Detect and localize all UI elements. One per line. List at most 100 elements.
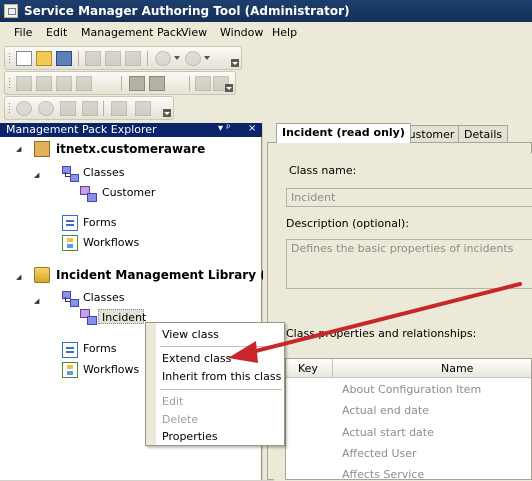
tree-forms[interactable]: Forms [83, 342, 116, 355]
find-icon[interactable] [149, 76, 165, 91]
toolbar-overflow-icon[interactable] [231, 59, 239, 67]
copy-icon[interactable] [105, 51, 121, 66]
table-row[interactable]: Actual end date [342, 404, 429, 417]
toolbar-overflow-icon[interactable] [163, 109, 171, 117]
undo-icon[interactable] [155, 51, 171, 66]
menu-help[interactable]: Help [272, 26, 297, 39]
properties-grid: Key Name About Configuration Item Actual… [285, 358, 532, 481]
tree-class-customer[interactable]: Customer [102, 186, 155, 199]
management-pack-icon [34, 141, 50, 157]
column-header-name[interactable]: Name [441, 362, 473, 375]
menu-item-edit[interactable]: Edit [162, 395, 183, 408]
pin-icon[interactable]: ▾ ᵖ [218, 123, 230, 134]
table-row[interactable]: Affected User [342, 447, 417, 460]
layout-toolbar [4, 71, 236, 95]
description-field[interactable]: Defines the basic properties of incident… [286, 239, 532, 289]
toolbar-grip[interactable] [8, 77, 11, 90]
pointer-icon[interactable] [82, 101, 98, 116]
context-menu-gutter [146, 323, 156, 445]
explorer-header: Management Pack Explorer ▾ ᵖ × [0, 123, 262, 137]
new-file-icon[interactable] [16, 51, 32, 66]
toolbar-separator [103, 101, 104, 116]
menu-item-properties[interactable]: Properties [162, 430, 218, 443]
toolbar-area [0, 43, 532, 123]
redo-icon[interactable] [185, 51, 201, 66]
paste-icon[interactable] [125, 51, 141, 66]
context-menu: View class Extend class Inherit from thi… [145, 322, 285, 446]
toolbar-overflow-icon[interactable] [225, 84, 233, 92]
class-name-label: Class name: [289, 164, 357, 177]
toolbar-separator [147, 51, 148, 66]
collapse-icon[interactable]: ◢ [16, 145, 21, 153]
tree-workflows[interactable]: Workflows [83, 236, 139, 249]
relationships-label: Class properties and relationships: [286, 327, 477, 340]
open-folder-icon[interactable] [36, 51, 52, 66]
tab-details[interactable]: Details [458, 125, 509, 142]
align-left-icon[interactable] [16, 76, 32, 91]
description-label: Description (optional): [286, 217, 410, 230]
menu-management-pack[interactable]: Management Pack [81, 26, 182, 39]
close-icon[interactable]: × [248, 123, 256, 134]
align-center-icon[interactable] [36, 76, 52, 91]
menu-bar: File Edit Management Pack View Window He… [0, 22, 532, 44]
tree-forms[interactable]: Forms [83, 216, 116, 229]
tab-incident-read-only[interactable]: Incident (read only) [276, 123, 411, 143]
menu-separator [160, 389, 282, 390]
menu-view[interactable]: View [181, 26, 207, 39]
table-row[interactable]: Affects Service [342, 468, 424, 481]
class-icon [80, 309, 97, 325]
tree-classes[interactable]: Classes [83, 291, 124, 304]
cut-icon[interactable] [85, 51, 101, 66]
menu-edit[interactable]: Edit [46, 26, 67, 39]
workflows-icon [62, 362, 78, 378]
redo-dropdown-icon[interactable] [204, 56, 210, 60]
collapse-icon[interactable]: ◢ [34, 297, 39, 305]
align-top-icon[interactable] [76, 76, 92, 91]
menu-item-view-class[interactable]: View class [162, 328, 219, 341]
tree-class-incident[interactable]: Incident [102, 311, 146, 324]
classes-icon [62, 166, 79, 182]
menu-item-extend-class[interactable]: Extend class [162, 352, 231, 365]
column-divider[interactable] [332, 359, 333, 377]
indent-icon[interactable] [195, 76, 211, 91]
properties-icon[interactable] [129, 76, 145, 91]
undo-dropdown-icon[interactable] [174, 56, 180, 60]
toolbar-grip[interactable] [8, 52, 11, 65]
toolbar-separator [189, 76, 190, 91]
toolbar-separator [121, 76, 122, 91]
table-row[interactable]: Actual start date [342, 426, 434, 439]
align-right-icon[interactable] [56, 76, 72, 91]
send-backward-icon[interactable] [135, 101, 151, 116]
toolbar-grip[interactable] [8, 102, 11, 115]
classes-icon [62, 291, 79, 307]
collapse-icon[interactable]: ◢ [16, 273, 21, 281]
tree-workflows[interactable]: Workflows [83, 363, 139, 376]
title-bar: Service Manager Authoring Tool (Administ… [0, 0, 532, 22]
lock-icon [34, 267, 50, 283]
app-window-icon [4, 4, 18, 18]
pan-hand-icon[interactable] [60, 101, 76, 116]
window-title: Service Manager Authoring Tool (Administ… [24, 4, 350, 18]
menu-separator [160, 346, 282, 347]
zoom-in-icon[interactable] [16, 101, 32, 116]
table-row[interactable]: About Configuration Item [342, 383, 481, 396]
menu-file[interactable]: File [14, 26, 32, 39]
save-icon[interactable] [56, 51, 72, 66]
explorer-title: Management Pack Explorer [6, 123, 157, 136]
tree-classes[interactable]: Classes [83, 166, 124, 179]
forms-icon [62, 342, 78, 358]
workflows-icon [62, 235, 78, 251]
class-name-field[interactable]: Incident [286, 188, 532, 207]
standard-toolbar [4, 46, 242, 70]
zoom-out-icon[interactable] [38, 101, 54, 116]
bring-forward-icon[interactable] [111, 101, 127, 116]
menu-item-delete[interactable]: Delete [162, 413, 198, 426]
menu-item-inherit-from-this-class[interactable]: Inherit from this class [162, 370, 281, 383]
tree-mp-incident-management-library[interactable]: Incident Management Library (sea [56, 268, 289, 282]
class-icon [80, 186, 97, 202]
collapse-icon[interactable]: ◢ [34, 171, 39, 179]
tree-mp-itnetx-customeraware[interactable]: itnetx.customeraware [56, 142, 205, 156]
column-header-key[interactable]: Key [298, 362, 318, 375]
menu-window[interactable]: Window [220, 26, 263, 39]
grid-header: Key Name [286, 359, 531, 378]
